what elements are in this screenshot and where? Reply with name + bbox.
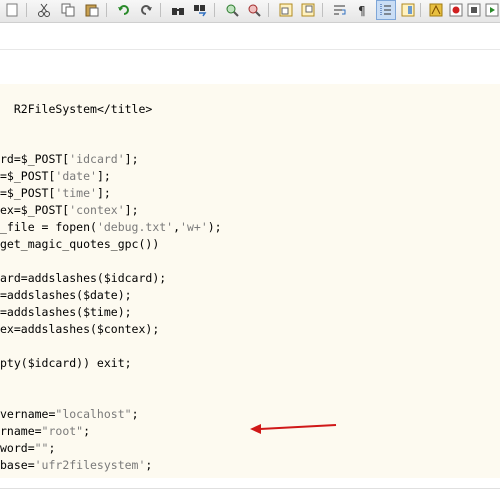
macro-play-icon[interactable] — [484, 2, 500, 18]
cut-icon[interactable] — [36, 2, 52, 18]
sync-vertical-icon[interactable] — [278, 2, 294, 18]
code-line-date: =$_POST['date']; — [0, 169, 111, 183]
tab-bar-area — [0, 23, 500, 50]
code-line-username: rname="root"; — [0, 424, 91, 438]
code-line-fopen: _file = fopen('debug.txt','w+'); — [0, 220, 222, 234]
show-all-chars-icon[interactable]: ¶ — [354, 2, 370, 18]
toolbar-separator — [214, 3, 215, 17]
sync-horizontal-icon[interactable] — [300, 2, 316, 18]
undo-icon[interactable] — [116, 2, 132, 18]
toolbar-separator — [26, 3, 27, 17]
copy-icon[interactable] — [60, 2, 76, 18]
function-list-icon[interactable] — [428, 2, 444, 18]
macro-stop-icon[interactable] — [466, 2, 482, 18]
code-line-magic-quotes: get_magic_quotes_gpc()) — [0, 237, 160, 251]
find-icon[interactable] — [170, 2, 186, 18]
svg-text:¶: ¶ — [358, 4, 366, 17]
paste-icon[interactable] — [84, 2, 100, 18]
status-divider — [0, 488, 500, 489]
indent-guide-icon[interactable] — [376, 0, 396, 20]
toolbar-separator — [106, 3, 107, 17]
code-line-database: base='ufr2filesystem'; — [0, 458, 153, 472]
code-line-time: =$_POST['time']; — [0, 186, 111, 200]
code-line-addslashes-time: =addslashes($time); — [0, 305, 132, 319]
redo-icon[interactable] — [138, 2, 154, 18]
doc-map-icon[interactable] — [400, 2, 416, 18]
code-line-idcard: rd=$_POST['idcard']; — [0, 152, 139, 166]
red-arrow-annotation — [250, 424, 337, 434]
code-line-password: word=""; — [0, 441, 56, 455]
zoom-out-icon[interactable] — [246, 2, 262, 18]
toolbar-separator — [420, 3, 421, 17]
replace-icon[interactable] — [192, 2, 208, 18]
new-file-icon[interactable] — [4, 2, 20, 18]
code-line-servername: vername="localhost"; — [0, 407, 139, 421]
macro-record-icon[interactable] — [448, 2, 464, 18]
code-line-title: R2FileSystem</title> — [13, 102, 153, 116]
toolbar: ¶ — [0, 0, 500, 23]
toolbar-separator — [322, 3, 323, 17]
code-line-empty-check: pty($idcard)) exit; — [0, 356, 132, 370]
zoom-in-icon[interactable] — [224, 2, 240, 18]
code-line-addslashes-contex: ex=addslashes($contex); — [0, 322, 160, 336]
word-wrap-icon[interactable] — [332, 2, 348, 18]
code-line-addslashes-date: =addslashes($date); — [0, 288, 132, 302]
code-line-addslashes-idcard: ard=addslashes($idcard); — [0, 271, 167, 285]
toolbar-separator — [160, 3, 161, 17]
toolbar-separator — [268, 3, 269, 17]
code-line-contex: ex=$_POST['contex']; — [0, 203, 139, 217]
